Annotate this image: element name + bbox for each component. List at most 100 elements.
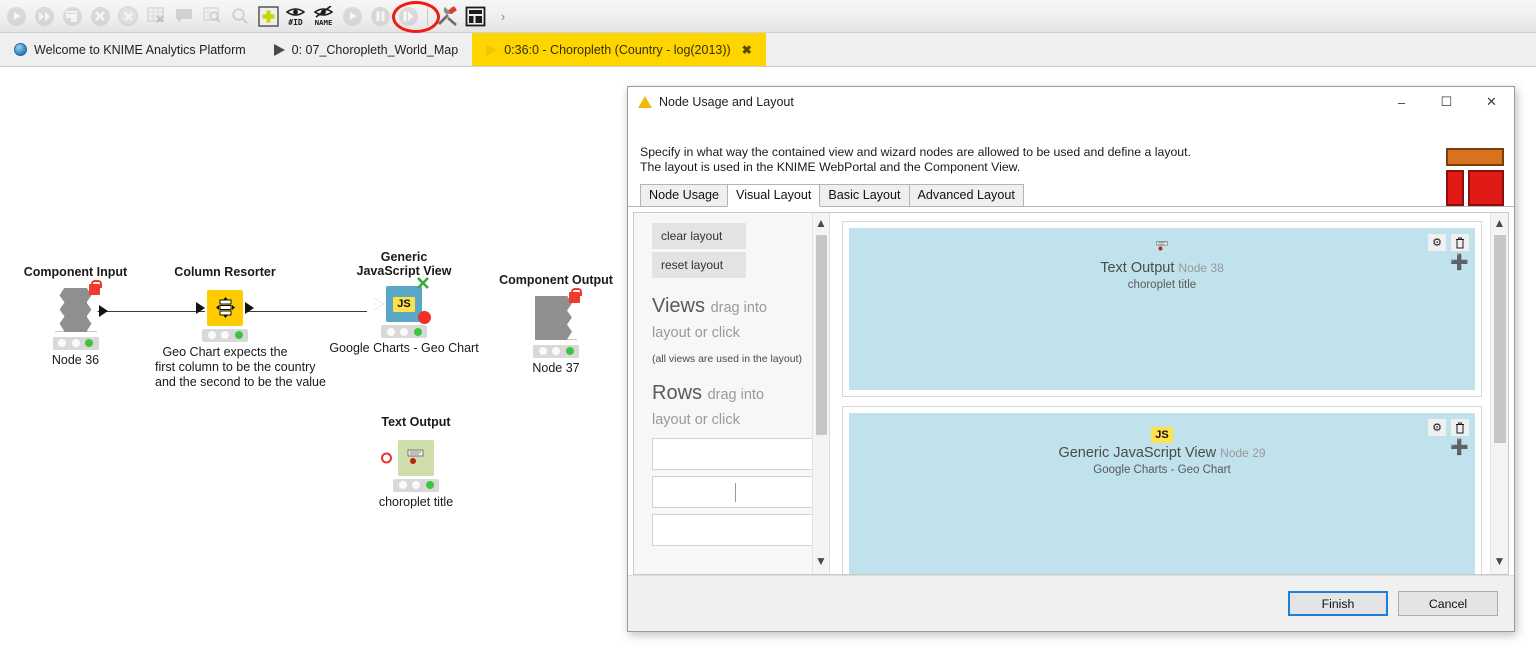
text-output-node[interactable]: Text Output choroplet title: [352, 415, 480, 510]
component-input-output-port: [98, 304, 108, 317]
step-play-icon: [342, 6, 362, 26]
row-caret: [734, 483, 736, 502]
node-comment-icon[interactable]: [170, 2, 198, 30]
component-output-node[interactable]: Component Output Node 37: [492, 273, 620, 376]
minimize-button[interactable]: –: [1379, 87, 1424, 117]
row-template-1[interactable]: [652, 438, 817, 470]
finish-button[interactable]: Finish: [1288, 591, 1388, 616]
js-chip-icon: JS: [393, 296, 415, 312]
settings-gear-icon[interactable]: ⚙: [1428, 234, 1446, 251]
add-column-icon[interactable]: ➕: [1450, 440, 1469, 455]
cancel-button[interactable]: Cancel: [1398, 591, 1498, 616]
dialog-description: Specify in what way the contained view a…: [628, 117, 1514, 206]
knime-layout-logo-icon: [1446, 148, 1504, 206]
knime-component-icon: [486, 43, 498, 56]
fastforward-icon: [34, 6, 54, 26]
step-execute-icon[interactable]: [338, 2, 366, 30]
layout-scroll-thumb[interactable]: [1493, 235, 1506, 443]
maximize-button[interactable]: ☐: [1424, 87, 1469, 117]
toolbar-separator: [427, 6, 428, 26]
tab-choropleth-component[interactable]: 0:36:0 - Choropleth (Country - log(2013)…: [472, 33, 766, 66]
add-column-icon[interactable]: ➕: [1450, 255, 1469, 270]
tab-visual-layout[interactable]: Visual Layout: [727, 184, 821, 207]
tab-choropleth-world-map[interactable]: 0: 07_Choropleth_World_Map: [259, 33, 473, 66]
views-heading-label: Views: [652, 295, 705, 317]
views-hint-line-2: layout or click: [652, 325, 740, 341]
open-view-icon[interactable]: [198, 2, 226, 30]
left-panel-scrollbar[interactable]: ▲ ▼: [812, 213, 829, 574]
tab-welcome-label: Welcome to KNIME Analytics Platform: [34, 42, 246, 57]
text-output-title: Text Output: [381, 415, 451, 429]
layout-icon: [465, 6, 485, 26]
show-node-id-icon[interactable]: #ID: [282, 2, 310, 30]
tab-choropleth-component-label: 0:36:0 - Choropleth (Country - log(2013)…: [504, 42, 731, 57]
add-plus-icon: [257, 5, 279, 27]
cancel-selected-icon[interactable]: [86, 2, 114, 30]
cancel-all-icon[interactable]: [114, 2, 142, 30]
left-scroll-thumb[interactable]: [815, 235, 827, 435]
scroll-up-icon[interactable]: ▲: [1494, 213, 1506, 233]
hide-node-name-icon[interactable]: NAME: [310, 2, 338, 30]
layout-card-generic-javascript-view-subtitle: Google Charts - Geo Chart: [1093, 464, 1231, 476]
tab-node-usage[interactable]: Node Usage: [640, 184, 729, 206]
tab-advanced-layout[interactable]: Advanced Layout: [908, 184, 1024, 206]
tab-basic-layout[interactable]: Basic Layout: [819, 184, 910, 206]
delete-trash-icon[interactable]: [1451, 234, 1469, 251]
execute-and-open-view-icon[interactable]: [58, 2, 86, 30]
layout-card-text-output-title: Text Output: [1100, 260, 1175, 276]
text-output-icon: [407, 449, 424, 464]
tab-welcome[interactable]: Welcome to KNIME Analytics Platform: [0, 33, 260, 66]
close-icon: [417, 277, 429, 289]
reset-icon[interactable]: [142, 2, 170, 30]
reset-layout-button[interactable]: reset layout: [652, 252, 746, 278]
scroll-up-icon[interactable]: ▲: [815, 213, 827, 233]
pause-icon[interactable]: [366, 2, 394, 30]
generic-javascript-view-node[interactable]: Generic JavaScript View JS Google Charts…: [320, 250, 488, 356]
row-template-3[interactable]: [652, 514, 817, 546]
settings-gear-icon[interactable]: ⚙: [1428, 419, 1446, 436]
execute-selected-icon[interactable]: [2, 2, 30, 30]
tab-choropleth-world-map-label: 0: 07_Choropleth_World_Map: [291, 42, 459, 57]
layout-canvas-scrollbar[interactable]: ▲ ▼: [1490, 213, 1508, 574]
component-output-label: Node 37: [532, 360, 580, 375]
node-usage-and-layout-icon[interactable]: [461, 2, 489, 30]
configure-component-icon[interactable]: [433, 2, 461, 30]
step-glyph-icon: [398, 6, 418, 26]
rows-section-heading: Rows drag into layout or click: [652, 382, 817, 432]
component-input-title: Component Input: [23, 265, 128, 279]
layout-card-generic-javascript-view[interactable]: JS Generic JavaScript View Node 29 Googl…: [842, 406, 1482, 574]
chevron-right-icon: ›: [500, 8, 506, 24]
scroll-down-icon[interactable]: ▼: [815, 551, 827, 574]
layout-card-text-output[interactable]: Text Output Node 38 choroplet title ⚙ ➕: [842, 221, 1482, 397]
generic-javascript-view-shape: JS: [374, 277, 431, 324]
add-node-icon[interactable]: [254, 2, 282, 30]
column-resorter-node[interactable]: Column Resorter Geo Chart expects the fi…: [155, 265, 326, 390]
column-resorter-label-line2: first column to be the country: [155, 359, 316, 374]
svg-text:NAME: NAME: [315, 18, 333, 26]
layout-canvas[interactable]: Text Output Node 38 choroplet title ⚙ ➕ …: [830, 213, 1508, 574]
component-input-node[interactable]: Component Input Node 36: [8, 265, 143, 368]
globe-icon: [14, 43, 27, 56]
row-template-2[interactable]: [652, 476, 817, 508]
text-output-icon: [1156, 241, 1168, 251]
clear-layout-button[interactable]: clear layout: [652, 223, 746, 249]
generic-javascript-view-title-line1: Generic: [380, 250, 428, 264]
step-icon[interactable]: [394, 2, 422, 30]
views-note: (all views are used in the layout): [652, 353, 802, 365]
close-button[interactable]: ✕: [1469, 87, 1514, 117]
speech-bubble-icon: [175, 8, 192, 23]
scroll-down-icon[interactable]: ▼: [1494, 551, 1506, 574]
rows-heading-label: Rows: [652, 382, 703, 404]
toolbar-overflow-chevron-icon[interactable]: ›: [489, 2, 517, 30]
tab-close-icon[interactable]: ✖: [742, 43, 752, 57]
column-resorter-title: Column Resorter: [174, 265, 276, 279]
layout-card-text-output-node-id: Node 38: [1178, 261, 1224, 275]
knime-warning-icon: [638, 96, 652, 108]
text-output-label: choroplet title: [378, 494, 454, 509]
dialog-title: Node Usage and Layout: [659, 95, 794, 109]
execute-all-icon[interactable]: [30, 2, 58, 30]
generic-javascript-view-title-line2: JavaScript View: [356, 263, 452, 278]
delete-trash-icon[interactable]: [1451, 419, 1469, 436]
js-chip-icon: JS: [1151, 427, 1173, 443]
zoom-icon[interactable]: [226, 2, 254, 30]
